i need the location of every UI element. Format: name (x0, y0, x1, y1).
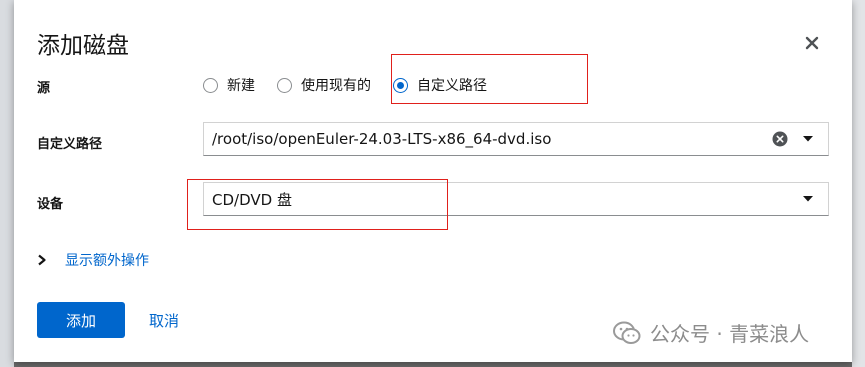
chevron-right-icon (38, 254, 46, 266)
show-extra-actions-toggle[interactable]: 显示额外操作 (37, 250, 149, 270)
chevron-down-icon[interactable] (802, 195, 814, 203)
device-label: 设备 (37, 197, 64, 212)
watermark-text: 公众号 · 青菜浪人 (650, 322, 810, 346)
watermark: 公众号 · 青菜浪人 (612, 318, 809, 347)
radio-use-existing-label: 使用现有的 (301, 78, 371, 94)
show-extra-actions-label[interactable]: 显示额外操作 (65, 250, 149, 270)
dialog-title: 添加磁盘 (37, 33, 129, 59)
radio-new-label: 新建 (227, 78, 255, 94)
radio-new-circle[interactable] (203, 77, 218, 93)
annotation-box-source (391, 54, 588, 104)
cancel-button[interactable]: 取消 (149, 310, 179, 331)
add-disk-dialog: 添加磁盘 源 新建 使用现有的 自定义路径 自定义路径 /root/iso/op… (14, 0, 852, 362)
wechat-icon (613, 321, 641, 344)
source-label: 源 (37, 81, 51, 96)
clear-icon[interactable] (772, 131, 788, 147)
close-icon[interactable] (802, 33, 822, 53)
annotation-box-device (187, 179, 448, 230)
radio-new[interactable]: 新建 (203, 75, 255, 95)
chevron-down-icon[interactable] (802, 135, 814, 143)
radio-use-existing-circle[interactable] (277, 77, 292, 93)
custom-path-value[interactable]: /root/iso/openEuler-24.03-LTS-x86_64-dvd… (204, 130, 772, 148)
add-button[interactable]: 添加 (37, 302, 125, 338)
radio-use-existing[interactable]: 使用现有的 (277, 75, 371, 95)
backdrop-right (852, 0, 865, 367)
custom-path-select[interactable]: /root/iso/openEuler-24.03-LTS-x86_64-dvd… (203, 122, 829, 156)
custom-path-label: 自定义路径 (37, 137, 103, 152)
backdrop-left (0, 0, 14, 367)
